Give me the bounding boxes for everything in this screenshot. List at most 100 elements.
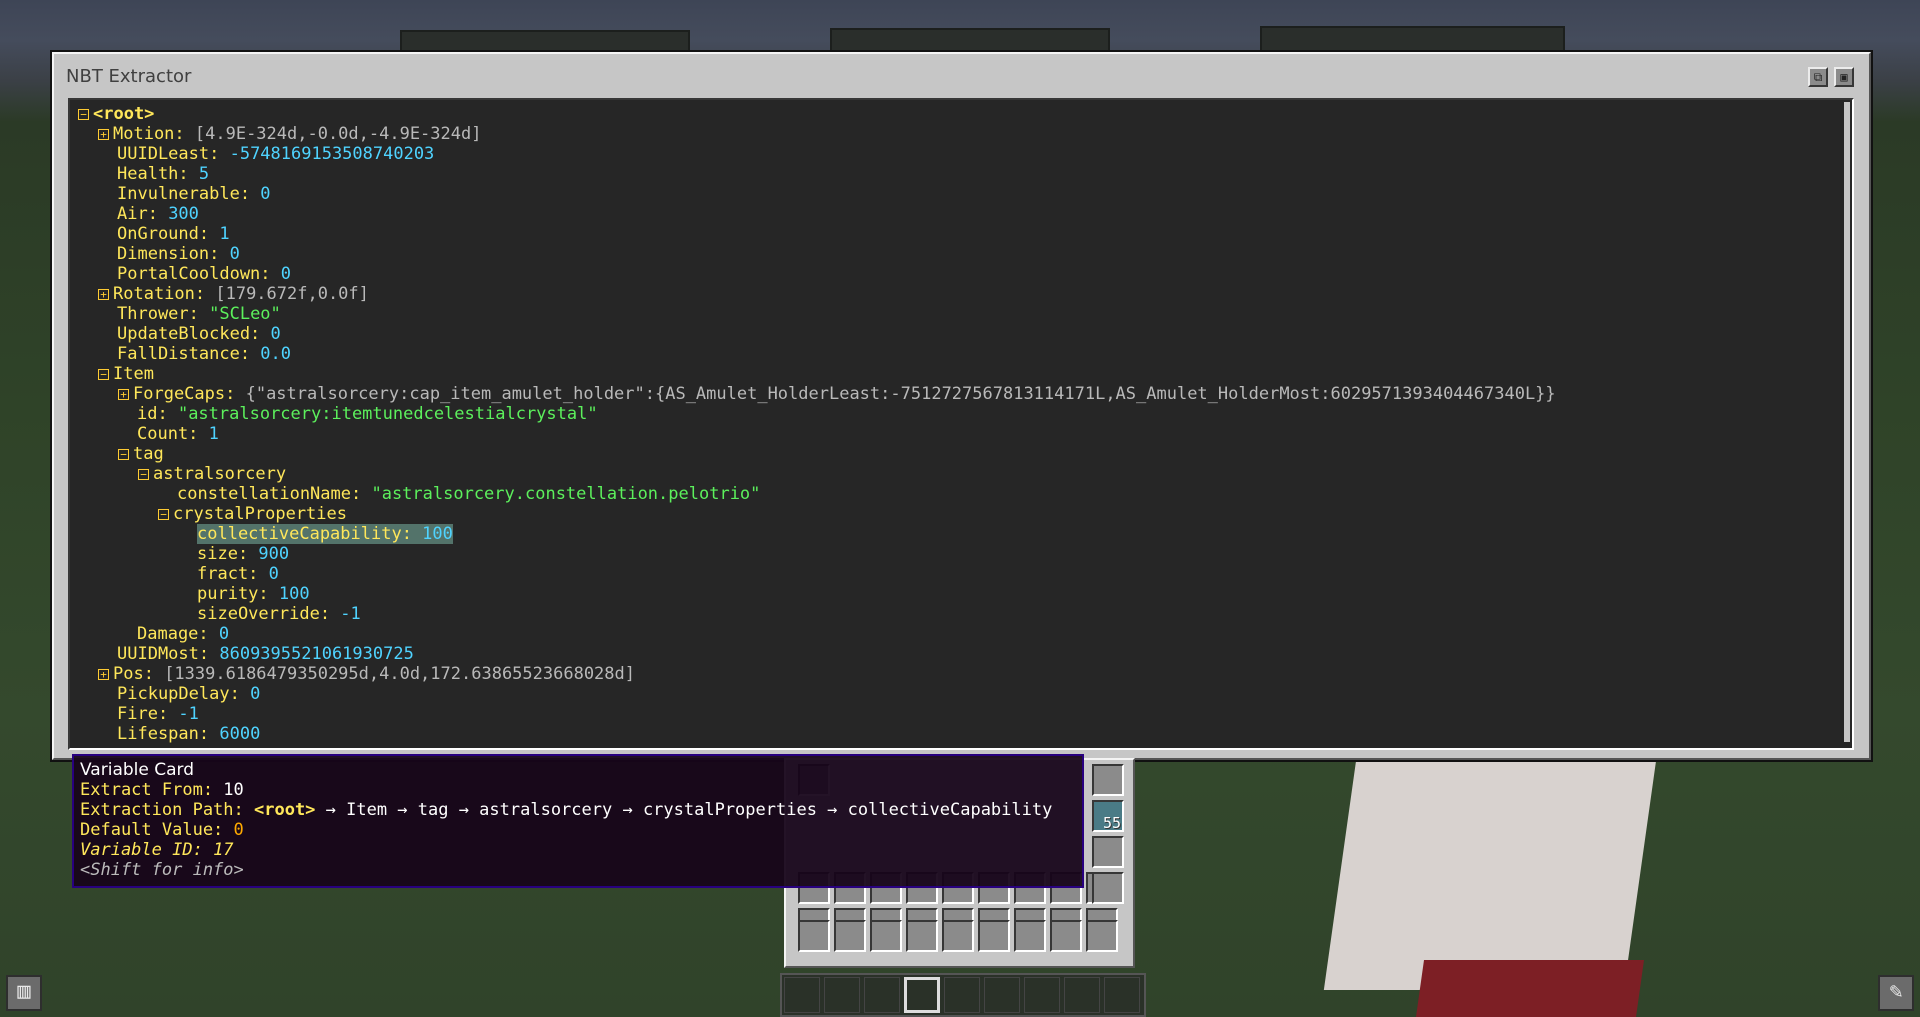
tree-key: Invulnerable: [117, 184, 261, 204]
tree-row[interactable]: + Rotation: [179.672f,0.0f] [78, 284, 1556, 304]
tree-row[interactable]: collectiveCapability: 100 [78, 524, 1556, 544]
tree-row[interactable]: Invulnerable: 0 [78, 184, 1556, 204]
tree-key: UUIDMost: [117, 644, 220, 664]
tree-row[interactable]: UpdateBlocked: 0 [78, 324, 1556, 344]
inventory-slot[interactable] [870, 920, 902, 952]
tree-row[interactable]: Fire: -1 [78, 704, 1556, 724]
hotbar-slot[interactable] [1064, 977, 1100, 1013]
collapse-toggle-icon[interactable]: − [98, 368, 109, 380]
hotbar-slot[interactable] [824, 977, 860, 1013]
tree-value: 0 [270, 324, 281, 344]
output-slot[interactable]: 55 [1092, 800, 1124, 832]
tree-value: 100 [278, 584, 310, 604]
tree-row[interactable]: Count: 1 [78, 424, 1556, 444]
tree-key: Health: [117, 164, 199, 184]
variable-card-slot[interactable] [1092, 764, 1124, 796]
varid-label: Variable ID: [80, 840, 214, 860]
tooltip-title: Variable Card [80, 760, 195, 780]
collapse-toggle-icon[interactable]: − [138, 468, 149, 480]
inventory-slot[interactable] [1014, 920, 1046, 952]
inventory-slot[interactable] [834, 920, 866, 952]
tree-value: 1 [208, 424, 219, 444]
storage-slot[interactable] [1092, 836, 1124, 868]
tree-key: Damage: [137, 624, 219, 644]
tree-row[interactable]: UUIDMost: 8609395521061930725 [78, 644, 1556, 664]
tree-row[interactable]: purity: 100 [78, 584, 1556, 604]
tree-row[interactable]: − tag [78, 444, 1556, 464]
tree-row[interactable]: Thrower: "SCLeo" [78, 304, 1556, 324]
tree-row[interactable]: − <root> [78, 104, 1556, 124]
tree-key: UUIDLeast: [117, 144, 230, 164]
stack-count: 55 [1102, 814, 1121, 832]
tree-row[interactable]: fract: 0 [78, 564, 1556, 584]
tree-value: 0 [229, 244, 240, 264]
hotbar-slot-selected[interactable] [904, 977, 940, 1013]
tree-row[interactable]: id: "astralsorcery:itemtunedcelestialcry… [78, 404, 1556, 424]
tree-row[interactable]: Air: 300 [78, 204, 1556, 224]
path-label: Extraction Path: [80, 800, 254, 820]
hotbar-slot[interactable] [1024, 977, 1060, 1013]
tree-value: [1339.6186479350295d,4.0d,172.6386552366… [164, 664, 635, 684]
tree-value: {"astralsorcery:cap_item_amulet_holder":… [245, 384, 1556, 404]
nbt-tree-panel[interactable]: − <root> + Motion: [4.9E-324d,-0.0d,-4.9E-3… [68, 98, 1854, 750]
tree-key: Rotation: [113, 284, 216, 304]
inventory-slot[interactable] [1092, 872, 1124, 904]
tree-row[interactable]: − crystalProperties [78, 504, 1556, 524]
tree-row[interactable]: + Pos: [1339.6186479350295d,4.0d,172.6386… [78, 664, 1556, 684]
tree-row[interactable]: PickupDelay: 0 [78, 684, 1556, 704]
tree-key: PickupDelay: [117, 684, 251, 704]
inventory-slot[interactable] [1050, 920, 1082, 952]
hotbar-slot[interactable] [1104, 977, 1140, 1013]
hotbar-slot[interactable] [784, 977, 820, 1013]
tree-key: Pos: [113, 664, 165, 684]
tree-key: Count: [137, 424, 209, 444]
tree-value: 0 [260, 184, 271, 204]
tree-value: 0 [268, 564, 279, 584]
expand-toggle-icon[interactable]: + [98, 668, 109, 680]
inventory-slot[interactable] [978, 920, 1010, 952]
copy-button[interactable]: ⧉ [1808, 67, 1828, 87]
hotbar-slot[interactable] [864, 977, 900, 1013]
recipe-book-icon[interactable]: ▥ [6, 975, 42, 1011]
tree-row[interactable]: sizeOverride: -1 [78, 604, 1556, 624]
inventory-slot[interactable] [1086, 920, 1118, 952]
tree-row[interactable]: Damage: 0 [78, 624, 1556, 644]
tree-value: 0 [250, 684, 261, 704]
tree-row[interactable]: size: 900 [78, 544, 1556, 564]
tree-row[interactable]: UUIDLeast: -5748169153508740203 [78, 144, 1556, 164]
copy-icon: ⧉ [1813, 70, 1823, 84]
wrench-icon[interactable]: ✎ [1878, 975, 1914, 1011]
tree-row[interactable]: − astralsorcery [78, 464, 1556, 484]
collapse-toggle-icon[interactable]: − [118, 448, 129, 460]
tree-value: 0.0 [260, 344, 292, 364]
tree-row[interactable]: − Item [78, 364, 1556, 384]
tree-row[interactable]: Lifespan: 6000 [78, 724, 1556, 744]
tree-value: -5748169153508740203 [229, 144, 435, 164]
tree-row[interactable]: + Motion: [4.9E-324d,-0.0d,-4.9E-324d] [78, 124, 1556, 144]
tree-value: 300 [168, 204, 199, 224]
hotbar-slot[interactable] [944, 977, 980, 1013]
image-button[interactable]: ▣ [1834, 67, 1854, 87]
tree-row[interactable]: OnGround: 1 [78, 224, 1556, 244]
inventory-slot[interactable] [798, 920, 830, 952]
tree-row[interactable]: Dimension: 0 [78, 244, 1556, 264]
variable-card-tooltip: Variable Card Extract From: 10 Extractio… [72, 754, 1084, 888]
tree-value: [4.9E-324d,-0.0d,-4.9E-324d] [194, 124, 482, 144]
expand-toggle-icon[interactable]: + [118, 388, 129, 400]
inventory-slot[interactable] [942, 920, 974, 952]
extract-value: 10 [223, 780, 244, 800]
tree-row[interactable]: Health: 5 [78, 164, 1556, 184]
tree-value: 900 [258, 544, 290, 564]
collapse-toggle-icon[interactable]: − [158, 508, 169, 520]
hotbar-slot[interactable] [984, 977, 1020, 1013]
tree-row[interactable]: FallDistance: 0.0 [78, 344, 1556, 364]
tree-row[interactable]: constellationName: "astralsorcery.conste… [78, 484, 1556, 504]
scrollbar[interactable] [1844, 102, 1850, 742]
inventory-slot[interactable] [906, 920, 938, 952]
expand-toggle-icon[interactable]: + [98, 288, 109, 300]
collapse-toggle-icon[interactable]: − [78, 108, 89, 120]
tree-row[interactable]: + ForgeCaps: {"astralsorcery:cap_item_amu… [78, 384, 1556, 404]
tree-row[interactable]: PortalCooldown: 0 [78, 264, 1556, 284]
expand-toggle-icon[interactable]: + [98, 128, 109, 140]
tree-key: OnGround: [117, 224, 220, 244]
